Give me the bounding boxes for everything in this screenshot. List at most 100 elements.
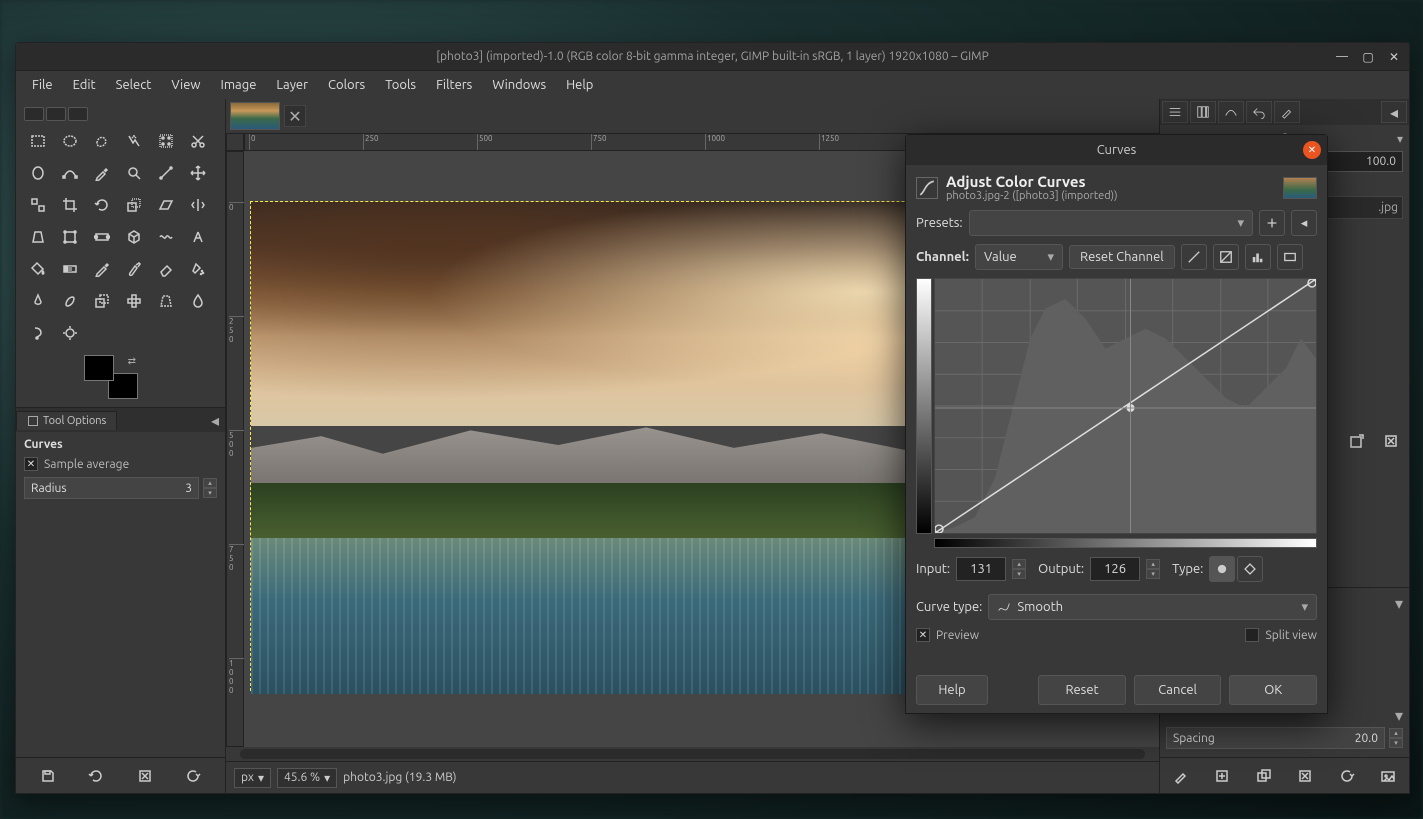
configure-tab-icon[interactable]: ◂ [205,410,225,430]
duplicate-brush-icon[interactable] [1252,764,1276,788]
ink-tool[interactable] [24,287,52,315]
brushes-tab-icon[interactable] [1162,101,1188,123]
curve-editor[interactable] [934,278,1317,534]
preview-checkbox[interactable]: ✕ [916,628,930,642]
menu-windows[interactable]: Windows [482,74,556,96]
ellipse-select-tool[interactable] [56,127,84,155]
menu-edit[interactable]: Edit [63,74,106,96]
unified-transform-tool[interactable] [56,223,84,251]
unit-select[interactable]: px▾ [234,768,271,788]
log-histogram-button[interactable] [1213,244,1239,270]
open-as-image-icon[interactable] [1376,764,1400,788]
layer-delete-icon[interactable] [1379,429,1403,453]
restore-preset-icon[interactable] [84,764,108,788]
airbrush-tool[interactable] [184,255,212,283]
point-type-corner-button[interactable] [1237,556,1263,582]
menu-layer[interactable]: Layer [266,74,318,96]
paint-tab-icon[interactable] [1274,101,1300,123]
align-tool[interactable] [24,191,52,219]
preset-menu-button[interactable]: ◂ [1291,210,1317,236]
pencil-tool[interactable] [88,255,116,283]
radius-input[interactable]: Radius 3 [24,477,199,499]
color-picker-tool[interactable] [88,159,116,187]
delete-preset-icon[interactable] [133,764,157,788]
curvetype-select[interactable]: Smooth▾ [988,594,1317,620]
undo-tab-icon[interactable] [1246,101,1272,123]
text-tool[interactable] [184,223,212,251]
reset-channel-button[interactable]: Reset Channel [1069,245,1175,269]
save-preset-icon[interactable] [36,764,60,788]
reset-button[interactable]: Reset [1038,675,1126,705]
histogram-luminance-button[interactable] [1277,244,1303,270]
dodge-tool[interactable] [56,319,84,347]
heal-tool[interactable] [120,287,148,315]
scale-tool[interactable] [120,191,148,219]
help-button[interactable]: Help [916,675,988,705]
spacing-stepper[interactable]: ▴▾ [1389,728,1403,748]
by-color-select-tool[interactable] [152,127,180,155]
new-brush-icon[interactable] [1210,764,1234,788]
ruler-corner[interactable] [226,133,244,151]
perspective-clone-tool[interactable] [152,287,180,315]
dropdown-icon[interactable]: ▾ [1395,594,1403,613]
ok-button[interactable]: OK [1229,675,1317,705]
image-tab-thumb[interactable] [230,102,280,130]
eraser-tool[interactable] [152,255,180,283]
menu-tools[interactable]: Tools [375,74,426,96]
handle-transform-tool[interactable] [88,223,116,251]
delete-brush-icon[interactable] [1293,764,1317,788]
image-tab-close-icon[interactable]: ✕ [284,105,306,127]
measure-tool[interactable] [152,159,180,187]
close-button[interactable]: ✕ [1385,48,1403,66]
layer-new-icon[interactable] [1345,429,1369,453]
menu-select[interactable]: Select [106,74,162,96]
histogram-channel-button[interactable] [1245,244,1271,270]
bucket-fill-tool[interactable] [24,255,52,283]
input-value[interactable]: 131 [956,557,1006,581]
3d-transform-tool[interactable] [120,223,148,251]
menu-filters[interactable]: Filters [426,74,482,96]
reset-preset-icon[interactable] [181,764,205,788]
crop-tool[interactable] [56,191,84,219]
minimize-button[interactable]: ― [1333,48,1351,66]
flip-tool[interactable] [184,191,212,219]
maximize-button[interactable]: ▢ [1359,48,1377,66]
channel-select[interactable]: Value▾ [975,244,1063,270]
presets-select[interactable]: ▾ [969,210,1253,236]
toolbox-handle[interactable] [24,107,44,121]
sample-average-checkbox[interactable]: ✕ [24,457,38,471]
input-stepper[interactable]: ▴▾ [1012,559,1026,579]
cancel-button[interactable]: Cancel [1134,675,1222,705]
toolbox-handle[interactable] [46,107,66,121]
menu-image[interactable]: Image [211,74,267,96]
free-select-tool[interactable] [88,127,116,155]
clone-tool[interactable] [88,287,116,315]
configure-tab-icon[interactable]: ◂ [1381,101,1407,123]
move-tool[interactable] [184,159,212,187]
rect-select-tool[interactable] [24,127,52,155]
patterns-tab-icon[interactable] [1190,101,1216,123]
toolbox-handle[interactable] [68,107,88,121]
refresh-brush-icon[interactable] [1335,764,1359,788]
dialog-titlebar[interactable]: Curves ✕ [906,135,1327,165]
shear-tool[interactable] [152,191,180,219]
rotate-tool[interactable] [88,191,116,219]
point-type-smooth-button[interactable] [1209,556,1235,582]
menu-file[interactable]: File [22,74,63,96]
gradient-tool[interactable] [56,255,84,283]
blur-tool[interactable] [184,287,212,315]
radius-stepper[interactable]: ▴▾ [203,478,217,498]
menu-colors[interactable]: Colors [318,74,375,96]
mypaint-brush-tool[interactable] [56,287,84,315]
perspective-tool[interactable] [24,223,52,251]
zoom-tool[interactable] [120,159,148,187]
scissors-tool[interactable] [184,127,212,155]
paintbrush-tool[interactable] [120,255,148,283]
swap-colors-icon[interactable]: ⇄ [128,355,136,367]
dialog-close-button[interactable]: ✕ [1303,141,1321,159]
output-stepper[interactable]: ▴▾ [1146,559,1160,579]
menu-help[interactable]: Help [556,74,603,96]
edit-brush-icon[interactable] [1169,764,1193,788]
gradients-tab-icon[interactable] [1218,101,1244,123]
zoom-select[interactable]: 45.6 %▾ [277,768,337,788]
